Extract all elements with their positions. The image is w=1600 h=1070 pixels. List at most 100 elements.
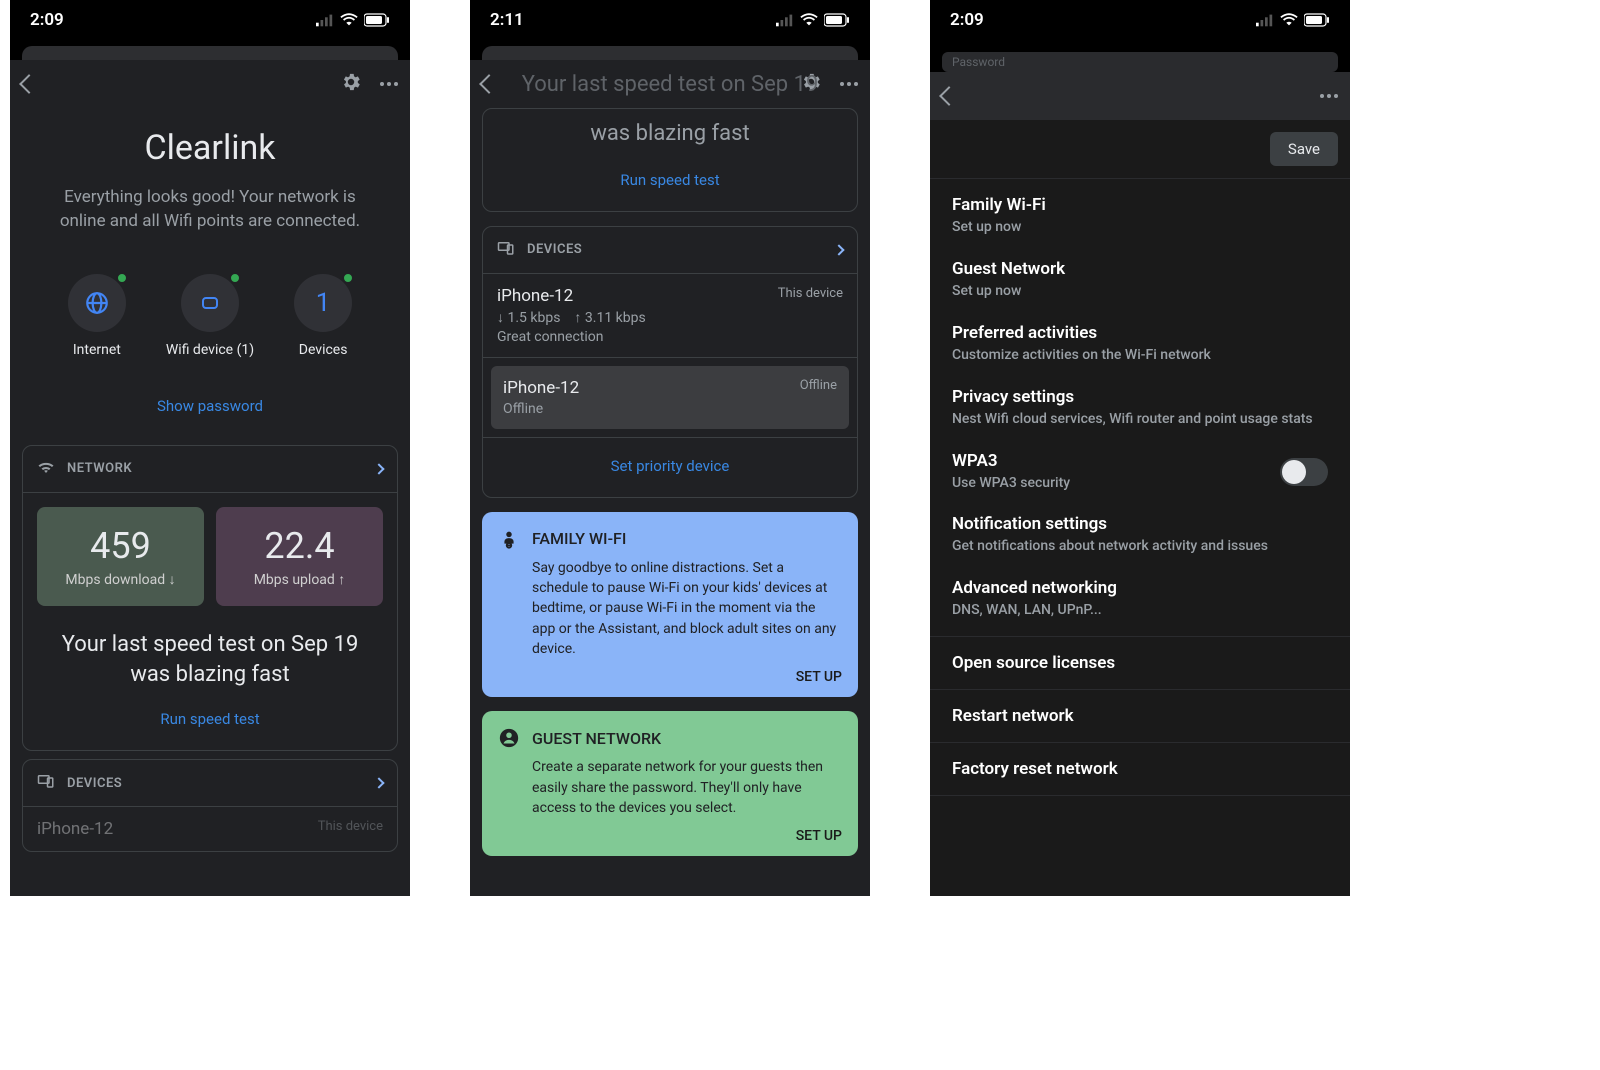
- back-icon[interactable]: [939, 86, 959, 106]
- gear-icon[interactable]: [800, 71, 822, 97]
- device-status: Offline: [503, 401, 837, 417]
- gear-icon[interactable]: [340, 71, 362, 97]
- guest-network-setup-button[interactable]: SET UP: [498, 828, 842, 844]
- cell-signal-icon: [1256, 13, 1274, 27]
- chip-wifi-device[interactable]: Wifi device (1): [166, 274, 254, 358]
- device-name: iPhone-12: [503, 378, 579, 398]
- family-wifi-setup-button[interactable]: SET UP: [498, 669, 842, 685]
- setting-title: Advanced networking: [952, 578, 1328, 598]
- network-card-header[interactable]: NETWORK: [23, 446, 397, 493]
- device-name: iPhone-12: [37, 819, 113, 839]
- chip-internet-label: Internet: [73, 342, 121, 358]
- guest-network-promo: GUEST NETWORK Create a separate network …: [482, 711, 858, 856]
- devices-card-header[interactable]: DEVICES: [23, 760, 397, 807]
- upload-label: Mbps upload ↑: [224, 571, 375, 588]
- wifi-icon: [37, 458, 55, 480]
- status-time: 2:09: [950, 10, 984, 30]
- download-label: Mbps download ↓: [45, 571, 196, 588]
- devices-card-header[interactable]: DEVICES: [483, 227, 857, 274]
- speed-card: was blazing fast Run speed test: [482, 108, 858, 212]
- status-bar: 2:11: [470, 0, 870, 40]
- setting-advanced-networking[interactable]: Advanced networking DNS, WAN, LAN, UPnP.…: [930, 562, 1350, 637]
- device-row-offline[interactable]: iPhone-12 Offline Offline: [491, 366, 849, 429]
- run-speed-test-link[interactable]: Run speed test: [620, 171, 719, 189]
- chevron-right-icon: [373, 778, 384, 789]
- chip-devices[interactable]: 1 Devices: [294, 274, 352, 358]
- status-dot-icon: [229, 272, 241, 284]
- guest-network-body: Create a separate network for your guest…: [498, 757, 842, 818]
- devices-header-label: DEVICES: [67, 776, 122, 791]
- battery-icon: [1304, 13, 1330, 27]
- network-card: NETWORK 459 Mbps download ↓ 22.4 Mbps up…: [22, 445, 398, 752]
- setting-privacy[interactable]: Privacy settings Nest Wifi cloud service…: [930, 371, 1350, 435]
- status-chips: Internet Wifi device (1) 1 Devices: [10, 264, 410, 378]
- screen-devices: 2:11 Your last speed test on Sep 19 was …: [470, 0, 870, 896]
- back-icon[interactable]: [479, 74, 499, 94]
- setting-guest-network[interactable]: Guest Network Set up now: [930, 243, 1350, 307]
- devices-card: DEVICES iPhone-12 This device ↓ 1.5 kbps…: [482, 226, 858, 498]
- show-password-link[interactable]: Show password: [157, 397, 263, 415]
- more-icon[interactable]: [1320, 94, 1338, 98]
- device-row[interactable]: iPhone-12 This device ↓ 1.5 kbps ↑ 3.11 …: [483, 274, 857, 358]
- chip-devices-label: Devices: [299, 342, 348, 358]
- page-subtitle: Everything looks good! Your network is o…: [10, 176, 410, 264]
- chip-wifi-label: Wifi device (1): [166, 342, 254, 358]
- app-bar: [930, 72, 1350, 120]
- setting-open-source[interactable]: Open source licenses: [930, 637, 1350, 690]
- globe-icon: [84, 290, 110, 316]
- setting-subtitle: Customize activities on the Wi-Fi networ…: [952, 346, 1328, 365]
- more-icon[interactable]: [840, 82, 858, 86]
- setting-notifications[interactable]: Notification settings Get notifications …: [930, 498, 1350, 562]
- upload-tile[interactable]: 22.4 Mbps upload ↑: [216, 507, 383, 606]
- status-time: 2:09: [30, 10, 64, 30]
- guest-icon: [498, 727, 520, 749]
- setting-title: Factory reset network: [952, 759, 1328, 779]
- status-indicators: [1256, 13, 1330, 27]
- upload-value: 22.4: [224, 525, 375, 567]
- wifi-icon: [340, 13, 358, 27]
- setting-factory-reset[interactable]: Factory reset network: [930, 743, 1350, 796]
- setting-subtitle: Nest Wifi cloud services, Wifi router an…: [952, 410, 1328, 429]
- status-dot-icon: [342, 272, 354, 284]
- download-value: 459: [45, 525, 196, 567]
- download-tile[interactable]: 459 Mbps download ↓: [37, 507, 204, 606]
- setting-title: Open source licenses: [952, 653, 1328, 673]
- setting-preferred-activities[interactable]: Preferred activities Customize activitie…: [930, 307, 1350, 371]
- more-icon[interactable]: [380, 82, 398, 86]
- chip-internet[interactable]: Internet: [68, 274, 126, 358]
- back-icon[interactable]: [19, 74, 39, 94]
- save-button[interactable]: Save: [1270, 132, 1338, 166]
- setting-subtitle: Set up now: [952, 282, 1328, 301]
- password-field-ghost: Password: [942, 52, 1338, 72]
- family-wifi-body: Say goodbye to online distractions. Set …: [498, 558, 842, 659]
- set-priority-link[interactable]: Set priority device: [611, 457, 730, 475]
- status-indicators: [776, 13, 850, 27]
- status-dot-icon: [116, 272, 128, 284]
- status-bar: 2:09: [10, 0, 410, 40]
- device-row-peek[interactable]: iPhone-12 This device: [23, 807, 397, 851]
- wpa3-toggle[interactable]: [1280, 458, 1328, 486]
- cell-signal-icon: [316, 13, 334, 27]
- status-bar: 2:09: [930, 0, 1350, 40]
- device-name: iPhone-12: [497, 286, 573, 306]
- device-tag: This device: [778, 286, 843, 306]
- family-icon: [498, 528, 520, 550]
- speed-test-message: Your last speed test on Sep 19 was blazi…: [23, 620, 397, 710]
- setting-subtitle: DNS, WAN, LAN, UPnP...: [952, 601, 1328, 620]
- wifi-icon: [1280, 13, 1298, 27]
- setting-family-wifi[interactable]: Family Wi-Fi Set up now: [930, 179, 1350, 243]
- setting-title: Notification settings: [952, 514, 1328, 534]
- battery-icon: [824, 13, 850, 27]
- setting-wpa3[interactable]: WPA3 Use WPA3 security: [930, 435, 1350, 499]
- run-speed-test-link[interactable]: Run speed test: [160, 710, 259, 728]
- save-row: Save: [930, 120, 1350, 179]
- setting-restart-network[interactable]: Restart network: [930, 690, 1350, 743]
- device-connection: Great connection: [497, 329, 843, 345]
- device-download: ↓ 1.5 kbps: [497, 309, 560, 326]
- chevron-right-icon: [373, 463, 384, 474]
- family-wifi-promo: FAMILY WI-FI Say goodbye to online distr…: [482, 512, 858, 697]
- setting-title: Privacy settings: [952, 387, 1328, 407]
- app-bar: Your last speed test on Sep 19: [470, 60, 870, 108]
- setting-title: Restart network: [952, 706, 1328, 726]
- setting-title: Guest Network: [952, 259, 1328, 279]
